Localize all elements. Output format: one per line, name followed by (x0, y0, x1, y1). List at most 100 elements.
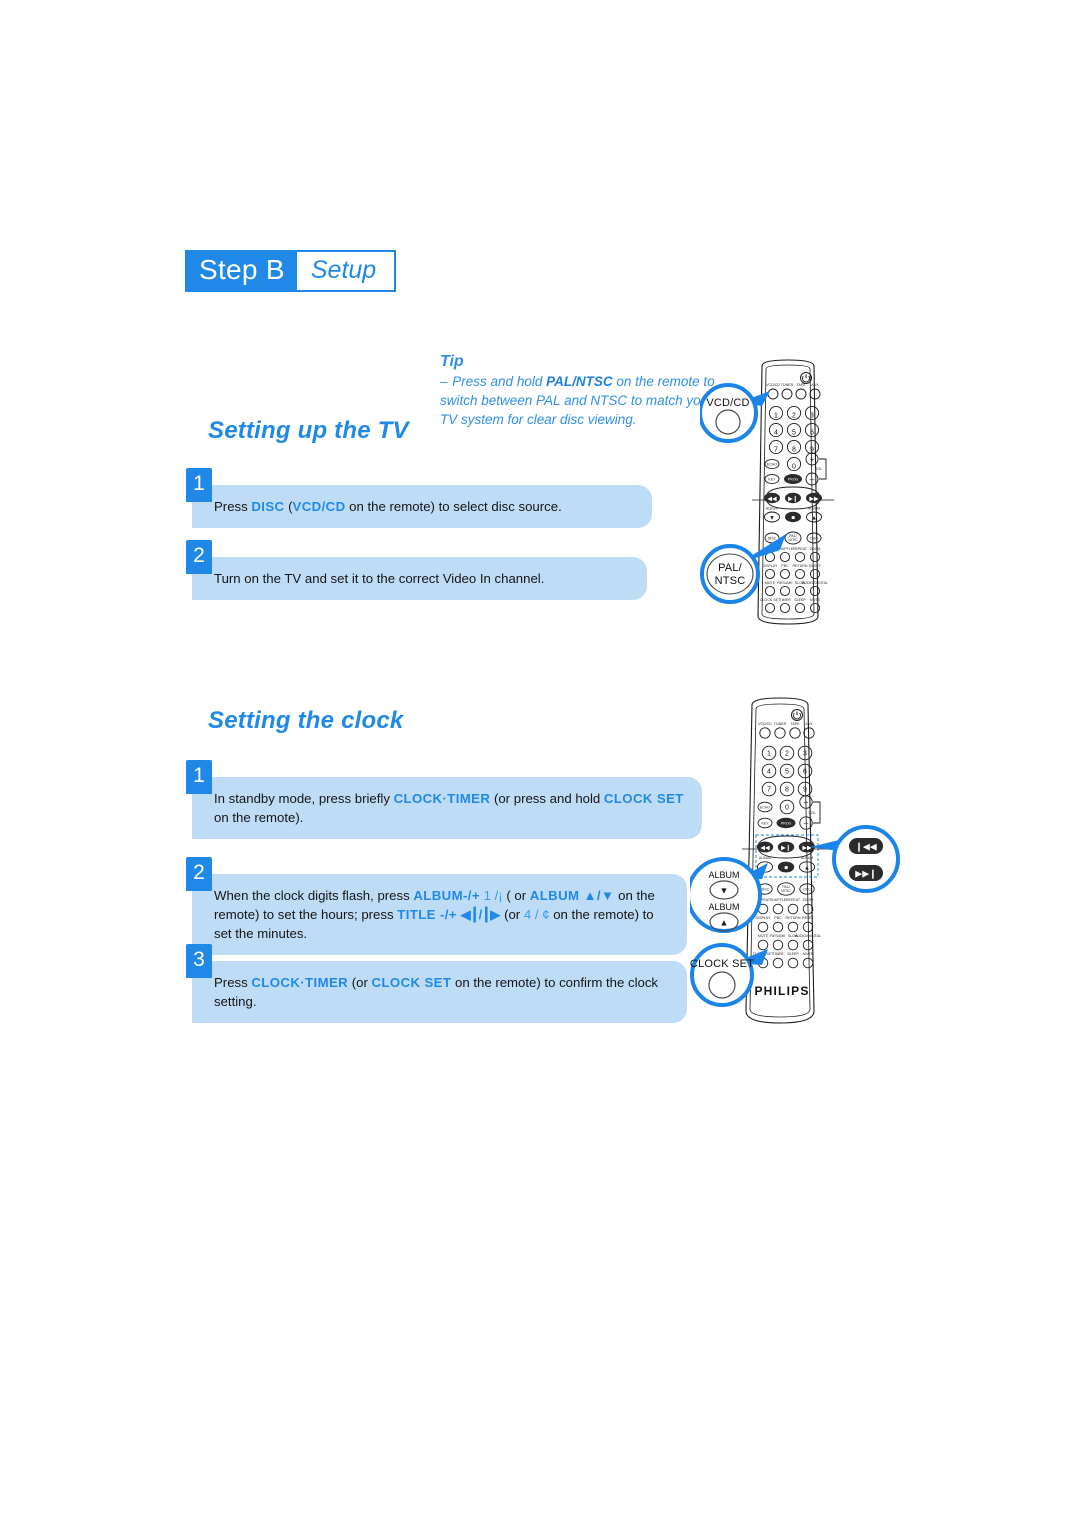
svg-text:▲: ▲ (804, 866, 810, 872)
play-pause-icon: ▶❙ (785, 492, 801, 504)
stop-icon: ■ (785, 511, 801, 523)
step-text: Turn on the TV and set it to the correct… (192, 557, 647, 600)
step-header-label: Step B (187, 252, 297, 290)
svg-text:ECHO: ECHO (760, 806, 771, 810)
step-text: In standby mode, press briefly CLOCK·TIM… (192, 777, 702, 839)
svg-text:AUX: AUX (805, 722, 813, 726)
svg-text:ALBUM: ALBUM (808, 507, 820, 511)
svg-text:9: 9 (803, 787, 807, 794)
svg-text:■: ■ (784, 866, 788, 872)
svg-text:▶▶: ▶▶ (802, 846, 812, 852)
next-track-icon: ▶▶ (806, 492, 822, 504)
svg-text:NTSC: NTSC (781, 889, 791, 893)
svg-text:RETURN: RETURN (793, 564, 808, 568)
svg-text:8: 8 (792, 446, 796, 453)
step-number: 2 (186, 857, 212, 891)
svg-text:OSC: OSC (810, 537, 818, 541)
svg-text:TIMER: TIMER (779, 598, 791, 602)
svg-text:▼: ▼ (769, 515, 775, 521)
svg-text:7: 7 (767, 787, 771, 794)
svg-text:◀◀: ◀◀ (767, 496, 777, 502)
svg-text:TIMER: TIMER (772, 952, 784, 956)
svg-text:PBC: PBC (774, 916, 782, 920)
svg-text:KEY: KEY (768, 478, 776, 482)
svg-text:RESUME: RESUME (770, 934, 786, 938)
callout-prev-next: ❙◀◀ ▶▶❙ (810, 825, 900, 893)
svg-text:■: ■ (791, 515, 795, 521)
svg-text:VCD/CD: VCD/CD (758, 722, 772, 726)
svg-text:1: 1 (774, 412, 778, 419)
section-title-setting-up-the-tv: Setting up the TV (208, 417, 409, 444)
svg-text:RETURN: RETURN (786, 916, 801, 920)
svg-text:MUTE: MUTE (803, 952, 814, 956)
svg-text:OSC: OSC (803, 888, 811, 892)
stop-icon: ■ (777, 861, 795, 873)
svg-text:SLEEP: SLEEP (787, 952, 799, 956)
album-up-icon: ▲ (806, 511, 822, 523)
svg-text:TAPE: TAPE (796, 383, 806, 387)
callout-album-up-down: ALBUM ▼ ALBUM ▲ (686, 857, 768, 933)
callout-prev-track-icon: ❙◀◀ (849, 838, 883, 854)
svg-text:RESET: RESET (802, 916, 815, 920)
step-header-word: Setup (296, 252, 395, 290)
tip-line1-c: on the remote (612, 374, 700, 389)
svg-text:7: 7 (774, 446, 778, 453)
svg-text:–: – (804, 819, 809, 828)
svg-text:1: 1 (767, 751, 771, 758)
svg-text:RESET: RESET (809, 564, 822, 568)
play-pause-icon: ▶❙ (777, 841, 795, 853)
svg-text:▶▶: ▶▶ (809, 496, 819, 502)
svg-text:ZOOM: ZOOM (810, 547, 821, 551)
svg-text:SLEEP: SLEEP (794, 598, 806, 602)
svg-text:PBC: PBC (781, 564, 789, 568)
power-icon (800, 372, 812, 384)
step-number: 1 (186, 760, 212, 794)
svg-text:▶▶❙: ▶▶❙ (855, 869, 876, 880)
svg-text:PROG: PROG (788, 478, 799, 482)
svg-text:SHUFFLE: SHUFFLE (770, 898, 787, 902)
tip-heading: Tip (440, 353, 464, 370)
step-number: 2 (186, 540, 212, 574)
prev-track-icon: ◀◀ (756, 841, 774, 853)
svg-text:VOL: VOL (808, 811, 815, 815)
svg-text:NTSC: NTSC (788, 538, 798, 542)
svg-text:MUTE: MUTE (758, 934, 769, 938)
callout-label-pal: PAL/ (718, 562, 743, 574)
step-header: Step B Setup (185, 250, 397, 292)
svg-text:RESUME: RESUME (777, 581, 793, 585)
svg-text:TAPE: TAPE (790, 722, 800, 726)
svg-text:AUDIO/DIGITAL: AUDIO/DIGITAL (802, 581, 828, 585)
svg-text:6: 6 (803, 769, 807, 776)
svg-text:ALBUM: ALBUM (766, 507, 778, 511)
svg-text:4: 4 (767, 769, 771, 776)
svg-text:▲: ▲ (811, 515, 817, 521)
svg-text:ALBUM: ALBUM (801, 856, 813, 860)
power-icon (791, 709, 803, 721)
svg-text:MUTE: MUTE (765, 581, 776, 585)
svg-text:TUNER: TUNER (781, 383, 794, 387)
step-number: 1 (186, 468, 212, 502)
callout-pal-ntsc: PAL/ NTSC (700, 534, 786, 604)
callout-label-vcd-cd: VCD/CD (706, 397, 749, 409)
svg-text:6: 6 (810, 429, 814, 436)
svg-text:9: 9 (810, 446, 814, 453)
svg-text:0: 0 (785, 805, 789, 812)
svg-text:MUTE: MUTE (810, 598, 821, 602)
callout-label-album-down: ALBUM (708, 870, 739, 880)
svg-text:REPEAT: REPEAT (786, 898, 801, 902)
remote-illustration-top: VCD/CD TUNER TAPE AUX 123 456 789 0 ECHO K… (698, 358, 890, 638)
callout-label-ntsc: NTSC (715, 575, 746, 587)
svg-text:0: 0 (792, 463, 796, 470)
svg-text:TUNER: TUNER (774, 722, 787, 726)
svg-text:◀◀: ◀◀ (760, 846, 770, 852)
svg-text:ECHO: ECHO (767, 463, 778, 467)
svg-text:5: 5 (792, 429, 796, 436)
svg-text:DISPLAY: DISPLAY (763, 564, 779, 568)
svg-text:DISPLAY: DISPLAY (756, 916, 772, 920)
svg-text:8: 8 (785, 787, 789, 794)
svg-text:4: 4 (774, 429, 778, 436)
step-number: 3 (186, 944, 212, 978)
album-down-icon: ▼ (764, 511, 780, 523)
remote-illustration-bottom: VCD/CD TUNER TAPE AUX 1 2 3 4 5 6 7 8 9 0 ECHO K… (686, 695, 905, 1050)
svg-text:▶❙: ▶❙ (788, 495, 798, 502)
